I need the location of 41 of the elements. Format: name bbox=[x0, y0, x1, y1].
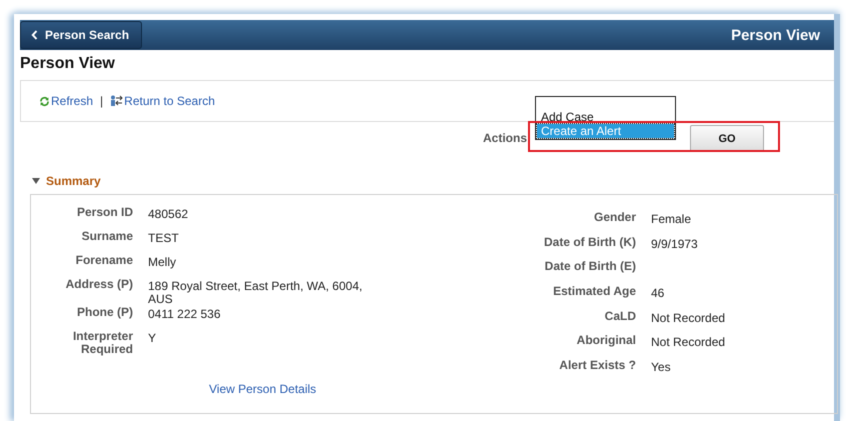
back-button[interactable]: Person Search bbox=[20, 21, 142, 49]
field-label: Gender bbox=[592, 211, 636, 226]
separator: | bbox=[100, 94, 104, 108]
field-label: Phone (P) bbox=[76, 306, 133, 321]
field-value: Y bbox=[148, 330, 158, 347]
field-value: Melly bbox=[148, 254, 178, 271]
section-title[interactable]: Summary bbox=[46, 174, 101, 188]
field-value: 480562 bbox=[148, 206, 190, 223]
field-label: CaLD bbox=[604, 310, 636, 325]
field-label: Alert Exists ? bbox=[558, 359, 636, 374]
refresh-link[interactable]: Refresh bbox=[51, 94, 94, 108]
field-label: Surname bbox=[80, 230, 133, 245]
actions-label: Actions bbox=[483, 131, 528, 145]
field-label: Interpreter Required bbox=[72, 330, 133, 356]
page-title: Person View bbox=[20, 54, 116, 74]
field-label: Date of Birth (K) bbox=[543, 236, 636, 251]
field-label: Estimated Age bbox=[552, 285, 636, 300]
field-value: 189 Royal Street, East Perth, WA, 6004, AUS bbox=[148, 278, 363, 306]
field-label: Forename bbox=[74, 254, 133, 269]
field-value: Not Recorded bbox=[651, 310, 726, 327]
field-label: Address (P) bbox=[64, 278, 133, 293]
expand-triangle-icon[interactable] bbox=[32, 178, 40, 184]
chevron-left-icon bbox=[31, 30, 38, 40]
field-label: Aboriginal bbox=[576, 334, 636, 350]
go-button[interactable]: GO bbox=[690, 125, 764, 152]
field-value: 0411 222 536 bbox=[148, 306, 222, 323]
field-value: Yes bbox=[651, 359, 671, 376]
field-value: Female bbox=[651, 211, 692, 228]
header-title: Person View bbox=[731, 26, 820, 44]
dropdown-option[interactable]: Add Case bbox=[537, 110, 674, 124]
field-label: Date of Birth (E) bbox=[544, 260, 636, 276]
return-link[interactable]: Return to Search bbox=[124, 94, 215, 108]
field-value: TEST bbox=[148, 230, 180, 247]
actions-dropdown[interactable]: Add Case Create an Alert bbox=[535, 96, 676, 140]
view-details-link[interactable]: View Person Details bbox=[209, 382, 316, 396]
refresh-icon bbox=[39, 96, 50, 106]
field-label: Person ID bbox=[76, 206, 133, 221]
field-value: 46 bbox=[651, 285, 664, 302]
field-value: Not Recorded bbox=[651, 334, 726, 352]
field-value: 9/9/1973 bbox=[651, 236, 698, 253]
person-arrows-icon bbox=[110, 95, 124, 107]
